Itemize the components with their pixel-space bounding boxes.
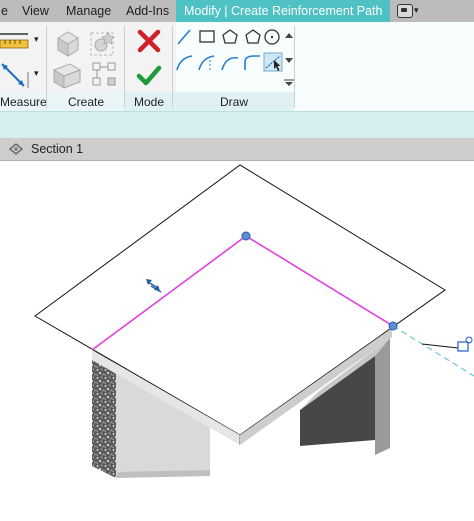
cancel-edit-mode-button[interactable]: [136, 28, 162, 54]
create-group-icon[interactable]: [88, 28, 118, 58]
view-title: Section 1: [31, 142, 84, 156]
panel-label-create: Create: [67, 95, 105, 109]
start-end-radius-arc-tool-icon: [176, 55, 193, 71]
ribbon-options-bar: [0, 111, 474, 138]
tab-modify-create-reinforcement-path[interactable]: Modify | Create Reinforcement Path: [176, 0, 391, 22]
panel-separator: [172, 26, 173, 108]
quick-access-window-icon[interactable]: [397, 4, 413, 18]
expand-gallery-icon: [285, 82, 293, 86]
section-view-icon: [8, 142, 24, 159]
circle-tool-icon: [264, 29, 280, 45]
ribbon-tab-bar: e View Manage Add-Ins Modify | Create Re…: [0, 0, 474, 23]
create-assembly-icon[interactable]: [50, 60, 84, 90]
panel-label-mode: Mode: [133, 95, 165, 109]
path-vertex-grip-top: [241, 231, 251, 241]
drawing-canvas[interactable]: [0, 160, 474, 518]
panel-separator: [46, 26, 47, 108]
model-view-svg: [34, 164, 474, 478]
panel-label-draw: Draw: [219, 95, 248, 109]
pick-lines-tool-icon: [263, 52, 283, 72]
tab-add-ins[interactable]: Add-Ins: [126, 0, 169, 22]
panel-separator: [124, 26, 125, 108]
chevron-down-icon[interactable]: ▾: [34, 34, 39, 45]
view-title-bar: Section 1: [0, 138, 474, 161]
panel-separator: [294, 26, 295, 108]
chevron-down-icon[interactable]: ▾: [414, 5, 419, 16]
create-part-icon[interactable]: [52, 28, 82, 58]
finish-edit-mode-button[interactable]: [136, 62, 162, 88]
rectangle-tool-icon: [199, 30, 215, 43]
draw-tools-gallery: [174, 26, 294, 88]
create-similar-icon[interactable]: [90, 60, 120, 90]
inscribed-polygon-tool-icon: [222, 29, 238, 44]
fillet-arc-tool-icon: [244, 55, 260, 70]
chevron-down-icon[interactable]: ▾: [34, 68, 39, 79]
tab-manage[interactable]: Manage: [66, 0, 111, 22]
center-ends-arc-tool-icon: [198, 55, 215, 71]
path-vertex-grip-right: [388, 321, 398, 331]
circumscribed-polygon-tool-icon: [245, 29, 261, 44]
tab-partial[interactable]: e: [1, 0, 8, 22]
scroll-up-icon: [285, 33, 293, 38]
line-tool-icon: [177, 29, 191, 45]
aligned-dimension-icon[interactable]: [0, 60, 36, 90]
tangent-end-arc-tool-icon: [221, 56, 239, 71]
measure-ruler-icon[interactable]: [0, 28, 36, 50]
scroll-down-icon: [285, 58, 293, 63]
tab-view[interactable]: View: [22, 0, 49, 22]
panel-label-measure: Measure: [0, 95, 47, 109]
